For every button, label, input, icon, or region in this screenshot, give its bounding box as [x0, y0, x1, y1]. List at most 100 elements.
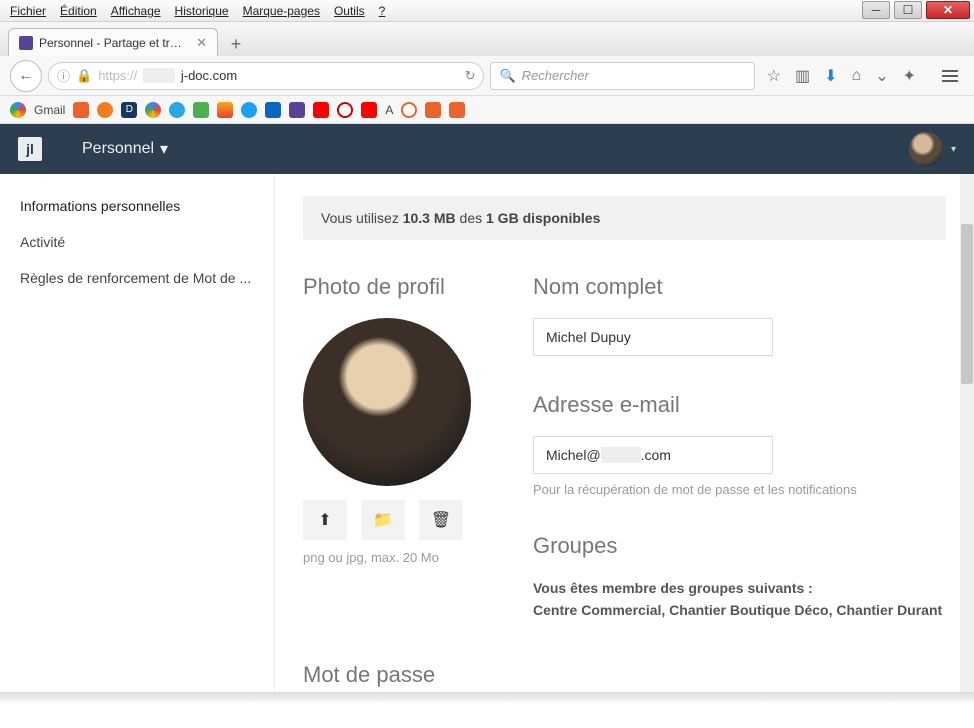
delete-photo-button[interactable]: 🗑 — [419, 500, 463, 540]
bookmark-yt1-icon[interactable] — [313, 102, 329, 118]
bookmark-yt2-icon[interactable] — [361, 102, 377, 118]
app-menu-button[interactable] — [936, 62, 964, 90]
bookmark-p-icon[interactable] — [449, 102, 465, 118]
info-icon: ⓘ — [57, 66, 70, 85]
browser-tab[interactable]: Personnel - Partage et tran… ✕ — [8, 28, 218, 56]
storage-quota-banner: Vous utilisez 10.3 MB des 1 GB disponibl… — [303, 196, 946, 240]
app-header: jl Personnel ▾ ▾ — [0, 124, 974, 174]
full-name-title: Nom complet — [533, 274, 946, 300]
bookmark-fire-icon[interactable] — [425, 102, 441, 118]
app-section-label: Personnel — [82, 140, 154, 158]
window-maximize-button[interactable]: ☐ — [894, 1, 922, 19]
bookmark-gmail[interactable]: Gmail — [34, 103, 65, 117]
bookmark-cp-icon[interactable] — [73, 102, 89, 118]
bookmark-twitter-icon[interactable] — [241, 102, 257, 118]
tab-favicon — [19, 36, 33, 50]
quota-used: 10.3 MB — [403, 210, 456, 226]
trash-icon: 🗑 — [431, 510, 451, 530]
profile-photo-title: Photo de profil — [303, 274, 493, 300]
bookmark-joomla-icon[interactable] — [97, 102, 113, 118]
profile-photo-actions: ⬆ 📁 🗑 — [303, 500, 493, 540]
caret-down-icon: ▾ — [160, 139, 168, 159]
menu-help[interactable]: ? — [373, 2, 392, 20]
menu-bookmarks[interactable]: Marque-pages — [237, 2, 326, 20]
email-hidden — [601, 447, 641, 463]
groups-title: Groupes — [533, 533, 946, 559]
bookmark-linkedin-icon[interactable] — [265, 102, 281, 118]
menu-file[interactable]: Fichier — [4, 2, 52, 20]
settings-sidebar: Informations personnelles Activité Règle… — [0, 174, 275, 692]
content-area: Informations personnelles Activité Règle… — [0, 174, 974, 692]
groups-intro: Vous êtes membre des groupes suivants : — [533, 577, 946, 599]
profile-photo — [303, 318, 471, 486]
search-placeholder: Rechercher — [522, 68, 589, 83]
home-icon[interactable]: ⌂ — [852, 67, 862, 85]
password-title: Mot de passe — [303, 662, 946, 688]
bookmark-google-icon[interactable] — [10, 102, 26, 118]
folder-icon: 📁 — [373, 510, 393, 530]
quota-total: 1 GB disponibles — [486, 210, 600, 226]
sidebar-item-password-policy[interactable]: Règles de renforcement de Mot de ... — [0, 260, 274, 296]
choose-photo-button[interactable]: 📁 — [361, 500, 405, 540]
bookmark-px-icon[interactable] — [193, 102, 209, 118]
window-footer-shadow — [0, 692, 974, 702]
upload-photo-button[interactable]: ⬆ — [303, 500, 347, 540]
window-minimize-button[interactable]: ─ — [862, 1, 890, 19]
bookmark-a[interactable]: A — [385, 103, 393, 117]
email-prefix: Michel@ — [546, 447, 601, 463]
email-suffix: .com — [641, 447, 671, 463]
quota-prefix: Vous utilisez — [321, 210, 403, 226]
bookmark-c-icon[interactable] — [337, 102, 353, 118]
url-scheme: https:// — [98, 68, 137, 83]
bookmarks-bar: Gmail D A — [0, 96, 974, 124]
menu-tools[interactable]: Outils — [328, 2, 371, 20]
email-input[interactable]: Michel@ .com — [533, 436, 773, 474]
scrollbar-track[interactable] — [960, 174, 974, 692]
bookmark-d-icon[interactable]: D — [121, 102, 137, 118]
bookmark-o-icon[interactable] — [401, 102, 417, 118]
groups-list: Centre Commercial, Chantier Boutique Déc… — [533, 599, 946, 621]
settings-main: Vous utilisez 10.3 MB des 1 GB disponibl… — [275, 174, 974, 692]
browser-tab-strip: Personnel - Partage et tran… ✕ + — [0, 22, 974, 56]
search-icon: 🔍 — [499, 68, 515, 84]
downloads-icon[interactable]: ⬇ — [824, 66, 837, 86]
email-title: Adresse e-mail — [533, 392, 946, 418]
bookmark-app-icon[interactable] — [289, 102, 305, 118]
nav-back-button[interactable]: ← — [10, 60, 42, 92]
new-tab-button[interactable]: + — [222, 32, 250, 56]
pocket-icon[interactable]: ⌄ — [875, 66, 888, 86]
full-name-input[interactable] — [533, 318, 773, 356]
reload-icon[interactable]: ↻ — [465, 68, 476, 84]
tab-close-icon[interactable]: ✕ — [196, 35, 207, 51]
menu-history[interactable]: Historique — [169, 2, 235, 20]
sidebar-item-activity[interactable]: Activité — [0, 224, 274, 260]
user-menu-caret-icon[interactable]: ▾ — [951, 144, 956, 155]
sidebar-item-personal-info[interactable]: Informations personnelles — [0, 188, 274, 224]
window-close-button[interactable]: ✕ — [926, 1, 970, 19]
bookmark-google2-icon[interactable] — [145, 102, 161, 118]
app-section-menu[interactable]: Personnel ▾ — [82, 139, 168, 159]
scrollbar-thumb[interactable] — [961, 224, 973, 384]
extensions-icon[interactable]: ✦ — [903, 66, 916, 86]
os-menu-bar: Fichier Édition Affichage Historique Mar… — [0, 0, 974, 22]
menu-edit[interactable]: Édition — [54, 2, 103, 20]
url-hidden-host — [143, 68, 175, 83]
bookmark-star-icon[interactable]: ☆ — [767, 66, 781, 86]
email-hint: Pour la récupération de mot de passe et … — [533, 482, 946, 497]
lock-icon: 🔒 — [76, 68, 92, 84]
toolbar-icons: ☆ ▥ ⬇ ⌂ ⌄ ✦ — [761, 66, 922, 86]
user-avatar[interactable] — [909, 132, 943, 166]
url-host: j-doc.com — [181, 68, 237, 83]
tab-title: Personnel - Partage et tran… — [39, 36, 188, 50]
browser-navbar: ← ⓘ 🔒 https:// j-doc.com ↻ 🔍 Rechercher … — [0, 56, 974, 96]
app-logo[interactable]: jl — [18, 137, 42, 161]
quota-mid: des — [456, 210, 486, 226]
address-bar[interactable]: ⓘ 🔒 https:// j-doc.com ↻ — [48, 62, 484, 90]
bookmark-analytics-icon[interactable] — [217, 102, 233, 118]
bookmark-cloud-icon[interactable] — [169, 102, 185, 118]
browser-search-input[interactable]: 🔍 Rechercher — [490, 62, 754, 90]
library-icon[interactable]: ▥ — [795, 66, 810, 86]
upload-icon: ⬆ — [318, 510, 331, 530]
menu-view[interactable]: Affichage — [105, 2, 167, 20]
photo-hint: png ou jpg, max. 20 Mo — [303, 550, 493, 565]
